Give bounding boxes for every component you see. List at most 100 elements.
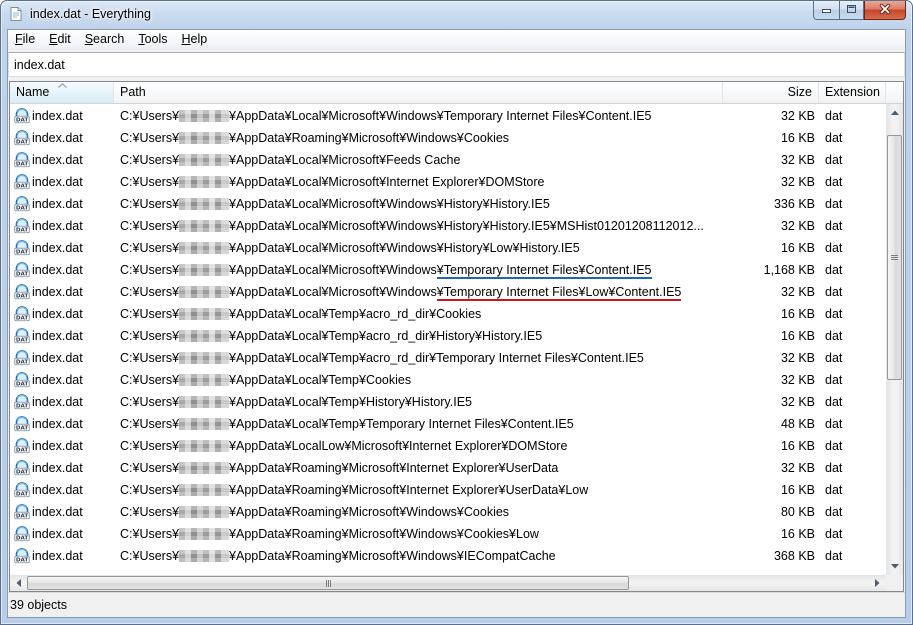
file-name: index.dat (32, 285, 83, 299)
dat-file-icon: DAT (14, 262, 30, 278)
table-row[interactable]: DAT index.dat C:¥Users¥ ¥AppData¥Local¥Mi… (10, 259, 886, 281)
svg-text:DAT: DAT (16, 272, 29, 278)
menu-file[interactable]: File (8, 30, 42, 49)
scroll-left-button[interactable] (10, 575, 27, 591)
file-name: index.dat (32, 241, 83, 255)
file-name: index.dat (32, 197, 83, 211)
horizontal-scrollbar[interactable] (10, 575, 886, 591)
path-cell: C:¥Users¥ ¥AppData¥Roaming¥Microsoft¥Wind… (114, 523, 723, 545)
everything-app-icon[interactable] (8, 6, 24, 22)
menu-tools[interactable]: Tools (131, 30, 174, 49)
name-cell: DAT index.dat (10, 281, 114, 303)
grip-icon (325, 579, 331, 587)
horizontal-scroll-thumb[interactable] (27, 576, 629, 590)
svg-text:DAT: DAT (16, 536, 29, 542)
name-cell: DAT index.dat (10, 237, 114, 259)
size-cell: 32 KB (780, 219, 815, 233)
path-cell: C:¥Users¥ ¥AppData¥Local¥Temp¥History¥His… (114, 391, 723, 413)
path-highlight-underline: ¥Temporary Internet Files¥Low¥Content.IE… (436, 285, 682, 301)
table-row[interactable]: DAT index.dat C:¥Users¥ ¥AppData¥Local¥Te… (10, 413, 886, 435)
path-tail: ¥AppData¥Local¥Microsoft¥Feeds Cache (229, 153, 461, 167)
path-cell: C:¥Users¥ ¥AppData¥Roaming¥Microsoft¥Inte… (114, 457, 723, 479)
close-button[interactable] (864, 1, 906, 20)
svg-text:DAT: DAT (16, 382, 29, 388)
menu-search[interactable]: Search (78, 30, 132, 49)
size-cell: 32 KB (780, 373, 815, 387)
menu-label: earch (93, 32, 125, 46)
vertical-scrollbar[interactable] (886, 104, 903, 575)
path-tail: ¥AppData¥LocalLow¥Microsoft¥Internet Exp… (229, 439, 568, 453)
table-row[interactable]: DAT index.dat C:¥Users¥ ¥AppData¥Roaming¥… (10, 545, 886, 567)
table-row[interactable]: DAT index.dat C:¥Users¥ ¥AppData¥Local¥Te… (10, 325, 886, 347)
table-row[interactable]: DAT index.dat C:¥Users¥ ¥AppData¥Roaming¥… (10, 479, 886, 501)
path-cell: C:¥Users¥ ¥AppData¥Local¥Microsoft¥Window… (114, 281, 723, 303)
path-head: C:¥Users¥ (120, 263, 180, 277)
path-tail: ¥AppData¥Local¥Microsoft¥Windows¥History… (229, 197, 550, 211)
svg-text:DAT: DAT (16, 404, 29, 410)
table-row[interactable]: DAT index.dat C:¥Users¥ ¥AppData¥Roaming¥… (10, 523, 886, 545)
svg-text:DAT: DAT (16, 558, 29, 564)
path-cell: C:¥Users¥ ¥AppData¥Roaming¥Microsoft¥Wind… (114, 545, 723, 567)
table-row[interactable]: DAT index.dat C:¥Users¥ ¥AppData¥LocalLow… (10, 435, 886, 457)
extension-cell: dat (825, 131, 843, 145)
extension-cell: dat (825, 109, 843, 123)
svg-text:DAT: DAT (16, 448, 29, 454)
size-cell: 48 KB (780, 417, 815, 431)
scroll-right-button[interactable] (869, 575, 886, 591)
arrow-left-icon (16, 579, 21, 587)
menu-edit[interactable]: Edit (42, 30, 78, 49)
table-row[interactable]: DAT index.dat C:¥Users¥ ¥AppData¥Local¥Mi… (10, 281, 886, 303)
name-cell: DAT index.dat (10, 259, 114, 281)
path-cell: C:¥Users¥ ¥AppData¥Local¥Temp¥Temporary I… (114, 413, 723, 435)
path-head: C:¥Users¥ (120, 439, 180, 453)
dat-file-icon: DAT (14, 482, 30, 498)
table-row[interactable]: DAT index.dat C:¥Users¥ ¥AppData¥Local¥Te… (10, 303, 886, 325)
table-row[interactable]: DAT index.dat C:¥Users¥ ¥AppData¥Local¥Te… (10, 369, 886, 391)
table-row[interactable]: DAT index.dat C:¥Users¥ ¥AppData¥Local¥Mi… (10, 105, 886, 127)
path-head: C:¥Users¥ (120, 351, 180, 365)
menu-help[interactable]: Help (175, 30, 215, 49)
table-row[interactable]: DAT index.dat C:¥Users¥ ¥AppData¥Local¥Mi… (10, 171, 886, 193)
search-input[interactable] (8, 52, 905, 77)
size-cell: 16 KB (780, 527, 815, 541)
table-row[interactable]: DAT index.dat C:¥Users¥ ¥AppData¥Local¥Te… (10, 391, 886, 413)
menu-label: ools (144, 32, 168, 46)
dat-file-icon: DAT (14, 328, 30, 344)
extension-cell: dat (825, 505, 843, 519)
table-row[interactable]: DAT index.dat C:¥Users¥ ¥AppData¥Roaming¥… (10, 501, 886, 523)
name-cell: DAT index.dat (10, 127, 114, 149)
vertical-scroll-thumb[interactable] (887, 135, 902, 380)
column-header-extension[interactable]: Extension (819, 82, 886, 103)
file-name: index.dat (32, 263, 83, 277)
minimize-button[interactable] (813, 1, 839, 20)
extension-cell: dat (825, 241, 843, 255)
menu-bar: File Edit Search Tools Help (8, 30, 905, 49)
column-header-label: Extension (825, 85, 880, 99)
file-name: index.dat (32, 219, 83, 233)
path-cell: C:¥Users¥ ¥AppData¥Local¥Temp¥acro_rd_dir… (114, 347, 723, 369)
column-header-size[interactable]: Size (723, 82, 819, 103)
table-row[interactable]: DAT index.dat C:¥Users¥ ¥AppData¥Local¥Mi… (10, 193, 886, 215)
table-row[interactable]: DAT index.dat C:¥Users¥ ¥AppData¥Roaming¥… (10, 127, 886, 149)
column-header: Name Path Size Extension (10, 82, 903, 104)
dat-file-icon: DAT (14, 394, 30, 410)
svg-text:DAT: DAT (16, 514, 29, 520)
table-row[interactable]: DAT index.dat C:¥Users¥ ¥AppData¥Local¥Mi… (10, 149, 886, 171)
column-header-name[interactable]: Name (10, 82, 114, 103)
table-row[interactable]: DAT index.dat C:¥Users¥ ¥AppData¥Local¥Te… (10, 347, 886, 369)
table-row[interactable]: DAT index.dat C:¥Users¥ ¥AppData¥Local¥Mi… (10, 237, 886, 259)
path-tail: ¥AppData¥Roaming¥Microsoft¥Internet Expl… (229, 461, 559, 475)
column-header-path[interactable]: Path (114, 82, 723, 103)
name-cell: DAT index.dat (10, 149, 114, 171)
redacted-username (179, 220, 230, 232)
scroll-up-button[interactable] (886, 104, 903, 121)
maximize-button[interactable] (839, 1, 864, 20)
client-area: File Edit Search Tools Help Name Path Si… (8, 30, 905, 617)
scroll-down-button[interactable] (886, 558, 903, 575)
path-cell: C:¥Users¥ ¥AppData¥Local¥Microsoft¥Feeds … (114, 149, 723, 171)
name-cell: DAT index.dat (10, 545, 114, 567)
path-head: C:¥Users¥ (120, 285, 180, 299)
table-row[interactable]: DAT index.dat C:¥Users¥ ¥AppData¥Roaming¥… (10, 457, 886, 479)
table-row[interactable]: DAT index.dat C:¥Users¥ ¥AppData¥Local¥Mi… (10, 215, 886, 237)
window-title: index.dat - Everything (30, 7, 151, 21)
